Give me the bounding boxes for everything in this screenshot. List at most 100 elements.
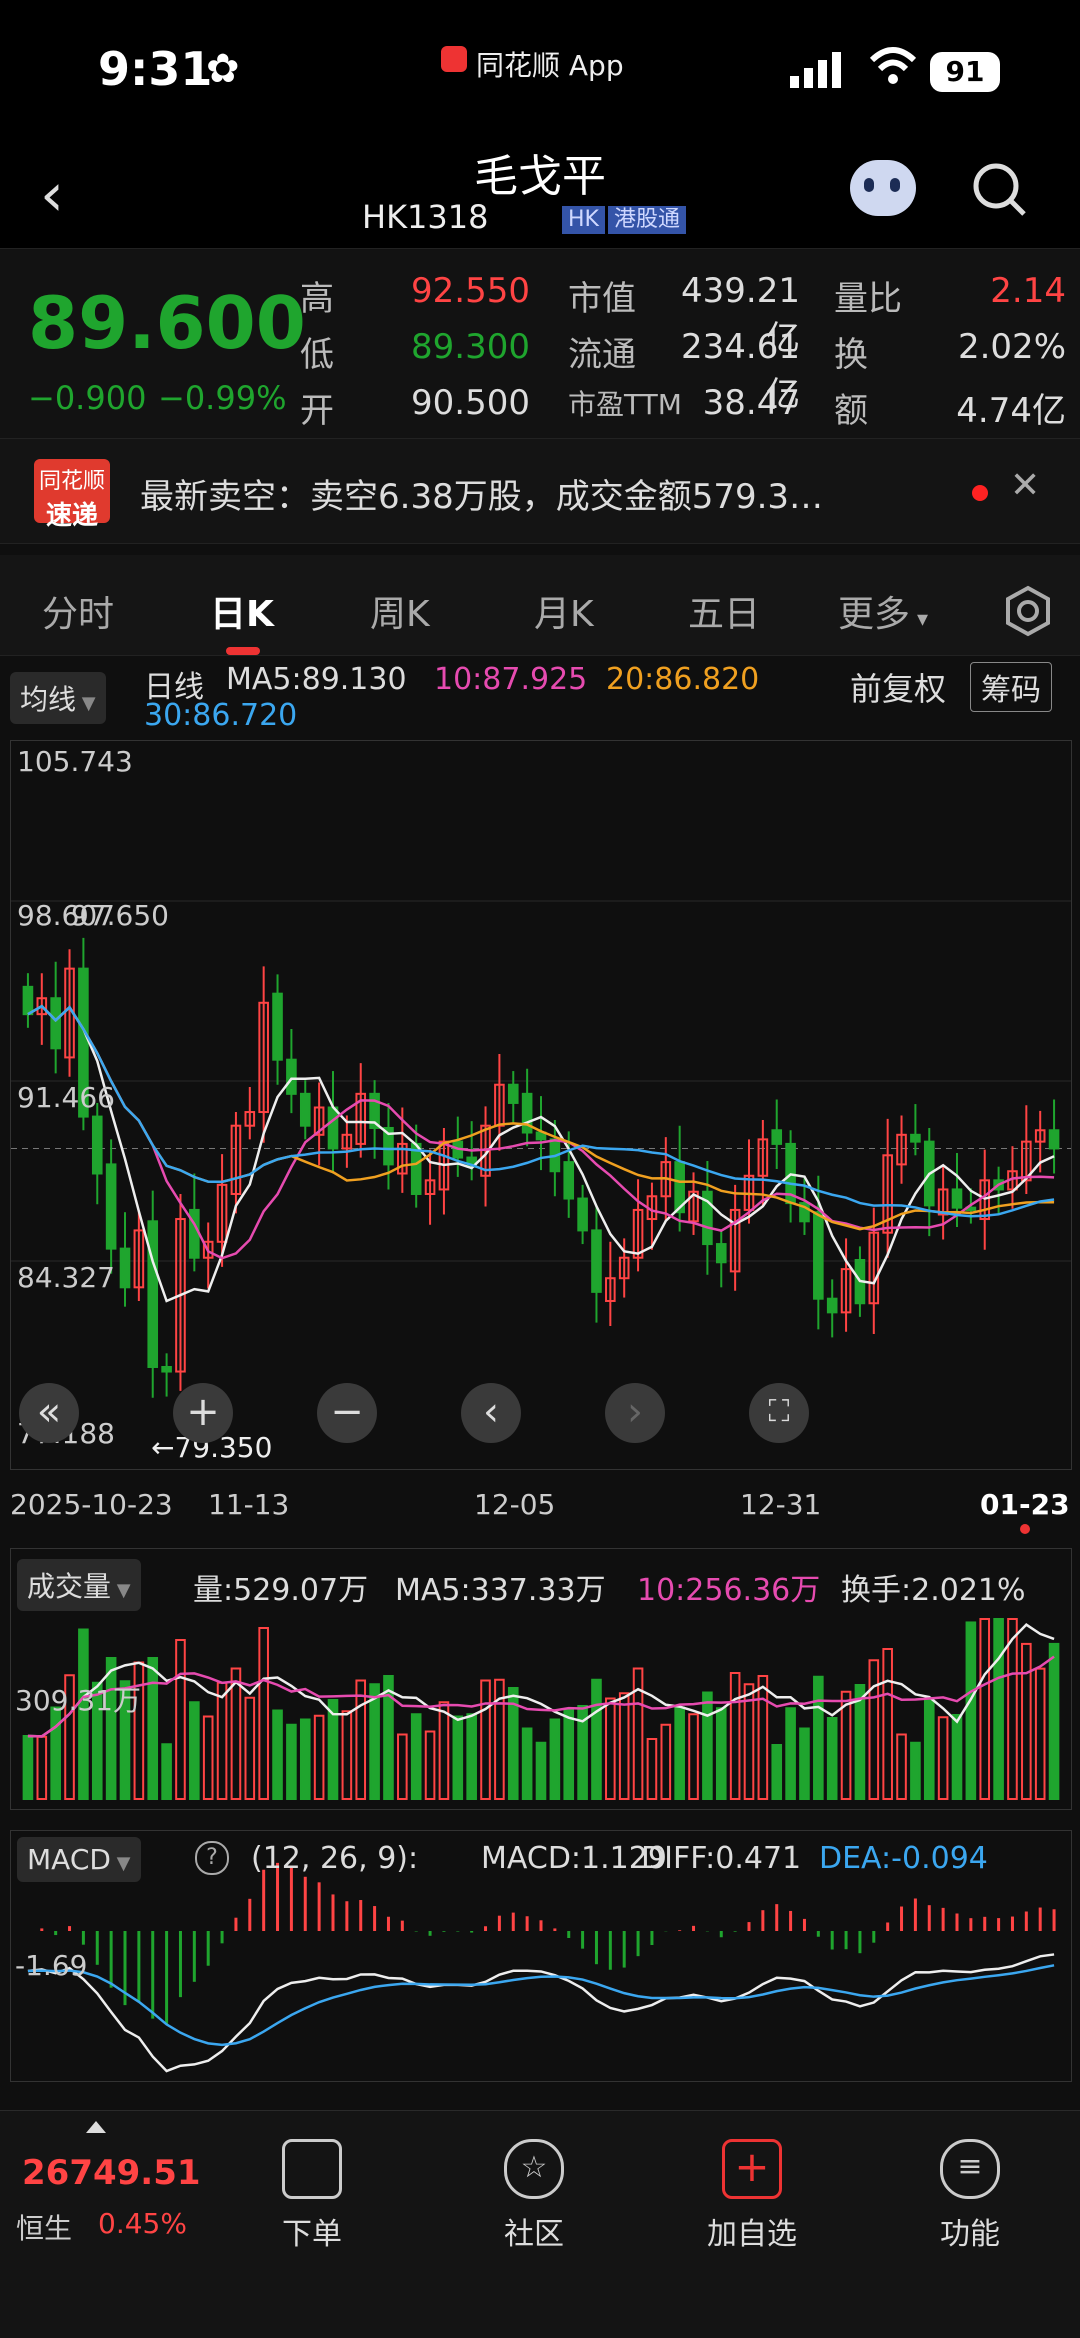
volume-bar-down: [910, 1741, 921, 1800]
order-button[interactable]: 下单: [232, 2139, 392, 2253]
volume-bar-down: [272, 1709, 283, 1800]
rewind-button[interactable]: «: [19, 1383, 79, 1443]
volume-selector[interactable]: 成交量 ▼: [17, 1559, 141, 1611]
volume-bar-down: [674, 1706, 685, 1800]
index-change: 0.45%: [98, 2207, 187, 2240]
news-logo: 同花顺 速递: [34, 459, 110, 531]
settings-gear-icon[interactable]: [1002, 585, 1054, 637]
period-high-mark: 97.650: [71, 899, 169, 932]
turnover-rate: 换手:2.021%: [841, 1573, 1026, 1608]
volume-bar-up: [660, 1723, 672, 1800]
market-tag: HK: [562, 206, 605, 234]
volume-bar-down: [549, 1718, 561, 1800]
candle-down: [951, 1188, 963, 1209]
tab-more[interactable]: 更多 ▾: [838, 585, 928, 637]
add-watchlist-button[interactable]: + 加自选: [672, 2139, 832, 2253]
stock-code: HK1318: [362, 198, 489, 236]
volume-bar-up: [230, 1667, 242, 1800]
app-badge-icon: [441, 46, 467, 72]
active-tab-indicator: [226, 647, 260, 655]
scroll-right-button[interactable]: ›: [605, 1383, 665, 1443]
volume-ma10-line: [27, 1655, 1055, 1738]
help-icon[interactable]: ?: [195, 1841, 229, 1875]
expand-up-icon[interactable]: [86, 2121, 106, 2133]
volume-bar-down: [22, 1735, 34, 1800]
return-to-app[interactable]: 同花顺 App: [476, 44, 624, 84]
wifi-icon: [869, 47, 917, 84]
adjust-mode[interactable]: 前复权: [850, 664, 946, 710]
volume-bar-up: [937, 1716, 949, 1800]
zoom-out-button[interactable]: −: [317, 1383, 377, 1443]
volume-bar-down: [147, 1657, 159, 1800]
latest-dot: [1020, 1524, 1030, 1534]
candle-down: [563, 1161, 575, 1200]
assistant-robot-icon[interactable]: [850, 160, 916, 216]
tab-daily[interactable]: 日K: [210, 585, 274, 637]
functions-label: 功能: [940, 2217, 1000, 2252]
scroll-left-button[interactable]: ‹: [461, 1383, 521, 1443]
stock-header: ‹ 毛戈平 HK1318 HK 港股通: [0, 140, 1080, 248]
ma-selector-label: 均线: [20, 683, 77, 716]
search-icon[interactable]: [970, 160, 1030, 220]
connect-tag: 港股通: [608, 206, 687, 234]
candle-down: [577, 1197, 588, 1232]
candle-down: [22, 985, 34, 1016]
chevron-down-icon: ▾: [910, 607, 929, 632]
volume-bar-up: [202, 1715, 214, 1800]
volume-panel[interactable]: 成交量 ▼ 量:529.07万 MA5:337.33万 10:256.36万 换…: [10, 1548, 1072, 1810]
volume-bar-up: [618, 1692, 630, 1800]
functions-button[interactable]: ≡ 功能: [890, 2139, 1050, 2253]
news-ticker[interactable]: 同花顺 速递 最新卖空：卖空6.38万股，成交金额579.3… ✕: [0, 438, 1080, 544]
volume-bar-down: [1048, 1642, 1060, 1801]
volume-selector-label: 成交量: [27, 1570, 112, 1603]
news-text[interactable]: 最新卖空：卖空6.38万股，成交金额579.3…: [140, 469, 823, 518]
volume-bar-down: [799, 1727, 810, 1800]
community-button[interactable]: ☆ 社区: [454, 2139, 614, 2253]
fullscreen-button[interactable]: ⛶: [749, 1383, 809, 1443]
chips-button[interactable]: 筹码: [970, 662, 1052, 712]
volume-bar-down: [189, 1701, 200, 1800]
close-icon[interactable]: ✕: [1010, 465, 1040, 506]
candle-down: [591, 1229, 602, 1293]
tab-monthly[interactable]: 月K: [534, 585, 594, 637]
volume-bar-up: [244, 1696, 256, 1800]
macd-selector[interactable]: MACD ▼: [17, 1837, 141, 1882]
price-axis-top: 105.743: [17, 745, 133, 778]
macd-panel[interactable]: MACD ▼ ? (12, 26, 9): MACD:1.129 DIFF:0.…: [10, 1830, 1072, 2082]
amount-label: 额: [834, 391, 868, 431]
candle-down: [1048, 1129, 1060, 1150]
tab-five-day[interactable]: 五日: [688, 585, 760, 637]
candle-down: [50, 997, 61, 1050]
candle-down: [272, 992, 283, 1061]
volume-bar-up: [438, 1701, 450, 1800]
kline-chart[interactable]: 105.743 98.607 97.650 91.466 84.327 77.1…: [10, 740, 1072, 1470]
float-label: 流通: [568, 335, 636, 375]
candle-down: [771, 1129, 783, 1145]
volume-bar-up: [1007, 1618, 1018, 1800]
volume-bar-up: [480, 1679, 491, 1800]
volume-bar-up: [1034, 1667, 1046, 1801]
volume-bar-up: [646, 1738, 658, 1800]
ma-selector[interactable]: 均线 ▼: [10, 672, 106, 724]
open-label: 开: [300, 391, 334, 431]
volume-bar-down: [299, 1718, 311, 1800]
zoom-in-button[interactable]: +: [173, 1383, 233, 1443]
volume-value: 量:529.07万: [193, 1573, 369, 1608]
candle-down: [105, 1163, 117, 1250]
index-value[interactable]: 26749.51: [22, 2153, 201, 2193]
tab-intraday[interactable]: 分时: [42, 585, 114, 637]
price-axis-mid2: 91.466: [17, 1081, 115, 1114]
date-tick: 12-05: [474, 1488, 556, 1521]
candle-down: [813, 1211, 824, 1300]
mcap-label: 市值: [568, 279, 636, 319]
date-axis: 2025-10-23 11-13 12-05 12-31 01-23: [0, 1476, 1080, 1536]
menu-list-icon: ≡: [940, 2139, 1000, 2199]
volume-bar-down: [702, 1691, 713, 1800]
low-label: 低: [300, 335, 334, 375]
tab-weekly[interactable]: 周K: [370, 585, 430, 637]
news-logo-line2: 速递: [45, 501, 98, 531]
volume-bar-up: [397, 1733, 408, 1800]
battery-level: 91: [930, 52, 1000, 92]
ma5-value: MA5:89.130: [226, 662, 407, 697]
macd-selector-label: MACD: [27, 1843, 111, 1876]
